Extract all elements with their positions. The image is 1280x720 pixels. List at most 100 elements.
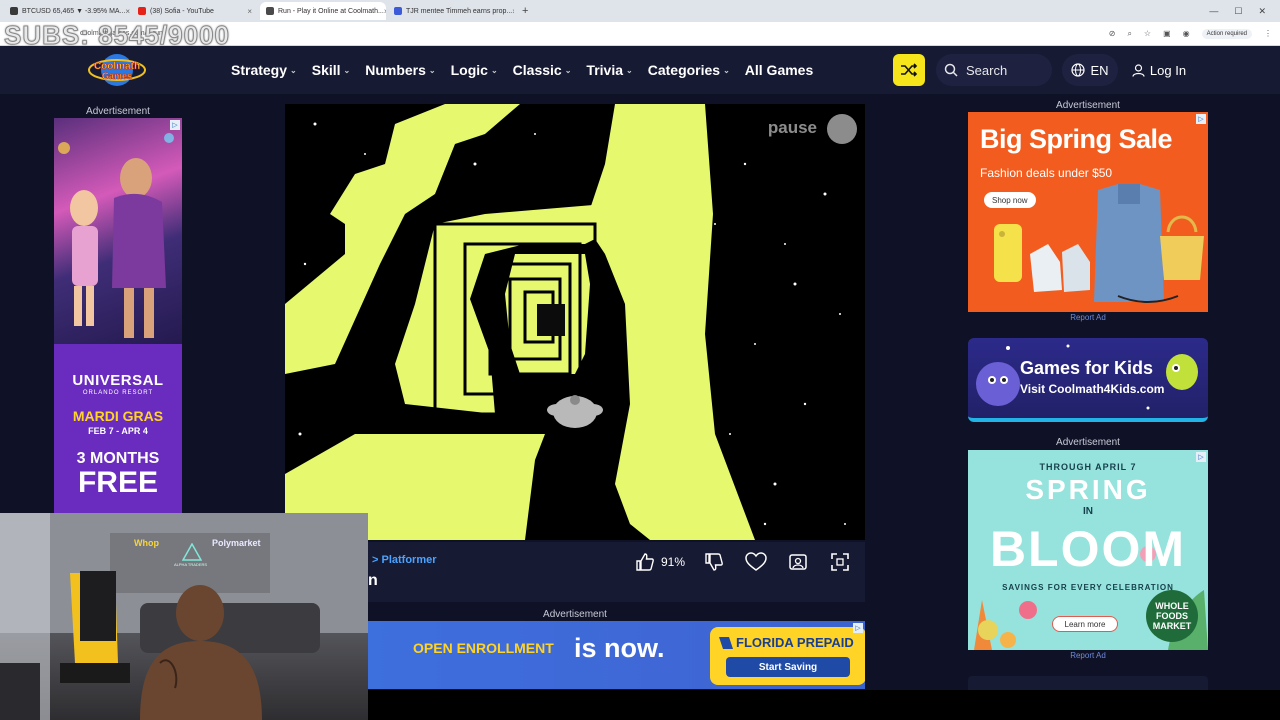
adchoices-icon[interactable]: ▷ (1196, 114, 1206, 124)
learn-more-button[interactable]: Learn more (1052, 616, 1118, 632)
zoom-icon[interactable]: ⌕ (1127, 29, 1131, 39)
chevron-down-icon: ⌄ (626, 65, 633, 75)
webcam-overlay: Whop Polymarket ALPHA TRADERS (0, 513, 368, 720)
favorite-button[interactable] (743, 550, 769, 574)
tab-favicon-icon (10, 7, 18, 15)
right-ad-whole-foods[interactable]: THROUGH APRIL 7 SPRING IN BLOOM SAVINGS … (968, 450, 1208, 650)
close-icon[interactable]: × (247, 7, 252, 16)
nav-classic[interactable]: Classic ⌄ (513, 62, 572, 78)
bottom-ad-florida-prepaid[interactable]: OPEN ENROLLMENT is now. FLORIDA PREPAID … (368, 621, 865, 689)
subs-counter-overlay: SUBS: 8545/9000 (3, 20, 231, 51)
random-game-button[interactable] (893, 54, 925, 86)
minimize-icon[interactable]: — (1209, 6, 1218, 17)
dislike-button[interactable] (701, 550, 727, 574)
login-label: Log In (1149, 62, 1187, 78)
nav-numbers[interactable]: Numbers ⌄ (365, 62, 435, 78)
adchoices-icon[interactable]: ▷ (1196, 452, 1206, 462)
game-canvas[interactable]: pause (285, 104, 865, 540)
close-icon[interactable]: × (125, 7, 130, 16)
left-ad-universal[interactable]: ▷ UNIVERSAL ORLANDO RESORT MARDI GRAS FE… (54, 118, 182, 514)
nav-logic[interactable]: Logic ⌄ (451, 62, 498, 78)
whop-logo: Whop (134, 538, 159, 548)
like-percent: 91% (660, 555, 685, 569)
ad-brand: FLORIDA PREPAID (736, 635, 854, 650)
game-info-bar: > Platformer n 91% (368, 542, 865, 602)
eye-off-icon[interactable]: ⊘ (1109, 29, 1116, 38)
menu-icon[interactable]: ⋮ (1264, 29, 1272, 38)
search-button[interactable]: Search (936, 54, 1052, 86)
nav-all-games[interactable]: All Games (745, 62, 813, 78)
bookmark-star-icon[interactable]: ☆ (1144, 29, 1151, 38)
new-tab-button[interactable]: + (516, 5, 534, 17)
tunnel-scene (285, 104, 846, 540)
ad-label-right-top: Advertisement (1056, 100, 1120, 111)
address-bar-icons: ⊘ ⌕ ☆ ▣ ◉ Action required ⋮ (1109, 28, 1280, 39)
browser-tab-tjr[interactable]: TJR mentee Timmeh earns prop... × (388, 2, 514, 20)
nav-strategy[interactable]: Strategy ⌄ (231, 62, 297, 78)
thumbs-down-icon (705, 553, 723, 571)
ad-brand-sub: ORLANDO RESORT (82, 390, 154, 396)
chevron-down-icon: ⌄ (290, 65, 297, 75)
close-window-icon[interactable]: ✕ (1258, 6, 1266, 17)
nav-label: Logic (450, 62, 488, 78)
report-ad-link-bottom[interactable]: Report Ad (968, 651, 1208, 660)
tab-favicon-icon (394, 7, 402, 15)
report-ad-link-top[interactable]: Report Ad (968, 313, 1208, 322)
screen: BTCUSD 65,465 ▼ -3.95% MA... × (38) Sofi… (0, 0, 1280, 720)
profile-icon[interactable]: ◉ (1183, 29, 1190, 38)
tunnel-walls (285, 104, 755, 540)
ad-event: MARDI GRAS (72, 408, 164, 424)
screenshot-button[interactable] (785, 550, 811, 574)
category-breadcrumb[interactable]: > Platformer (372, 554, 437, 566)
pause-label[interactable]: pause (768, 118, 817, 138)
search-icon (944, 63, 958, 77)
site-header: Coolmath Games Strategy ⌄ Skill ⌄ Numbers ⌄… (0, 46, 1280, 94)
shuffle-icon (901, 63, 918, 77)
ad-enroll-text: OPEN ENROLLMENT (413, 640, 554, 656)
action-required-button[interactable]: Action required (1201, 28, 1252, 39)
nav-label: Trivia (586, 62, 624, 78)
browser-tab-youtube[interactable]: (38) Sofia - YouTube × (132, 2, 258, 20)
right-ad-spring-sale[interactable]: Big Spring Sale Fashion deals under $50 … (968, 112, 1208, 312)
bottom-black-bar (368, 690, 1280, 720)
ad-dates: FEB 7 - APR 4 (88, 426, 148, 436)
start-saving-button[interactable]: Start Saving (726, 657, 850, 677)
kids-ad-mascots (976, 344, 1198, 410)
fullscreen-button[interactable] (827, 550, 853, 574)
nav-label: Numbers (365, 62, 426, 78)
nav-categories[interactable]: Categories ⌄ (648, 62, 730, 78)
ad-photo: ▷ (54, 118, 182, 344)
chevron-down-icon: ⌄ (490, 65, 498, 75)
close-icon[interactable]: × (512, 7, 514, 16)
nav-skill[interactable]: Skill ⌄ (312, 62, 351, 78)
pause-button[interactable] (827, 114, 857, 144)
globe-icon (1071, 63, 1086, 77)
language-selector[interactable]: EN (1062, 54, 1118, 86)
ad-bloom: BLOOM (989, 521, 1187, 577)
user-icon (1132, 63, 1145, 77)
close-icon[interactable]: × (384, 7, 386, 16)
alpha-triangle-icon (182, 543, 202, 561)
game-actions: 91% (635, 550, 853, 574)
maximize-icon[interactable]: ☐ (1234, 6, 1242, 17)
coolmath-logo[interactable]: Coolmath Games (88, 52, 146, 88)
right-ad-games-for-kids[interactable]: Games for Kids Visit Coolmath4Kids.com (968, 338, 1208, 422)
login-button[interactable]: Log In (1124, 54, 1194, 86)
fullscreen-icon (831, 553, 849, 571)
tab-label: BTCUSD 65,465 ▼ -3.95% MA... (22, 7, 126, 15)
chevron-down-icon: ⌄ (723, 65, 730, 75)
nav-label: Categories (647, 62, 721, 78)
like-button[interactable]: 91% (635, 552, 685, 572)
youtube-icon (138, 7, 146, 15)
nav-label: Classic (512, 62, 562, 78)
window-controls: — ☐ ✕ (1209, 6, 1280, 17)
adchoices-icon[interactable]: ▷ (170, 120, 180, 130)
alpha-logo-caption: ALPHA TRADERS (174, 562, 208, 567)
game-title: n (368, 572, 378, 589)
ad-through: THROUGH APRIL 7 (1039, 462, 1137, 472)
extensions-icon[interactable]: ▣ (1163, 29, 1171, 38)
nav-trivia[interactable]: Trivia ⌄ (586, 62, 632, 78)
adchoices-icon[interactable]: ▷ (853, 623, 863, 633)
browser-tab-coolmath[interactable]: Run - Play it Online at Coolmath... × (260, 2, 386, 20)
browser-tab-btcusd[interactable]: BTCUSD 65,465 ▼ -3.95% MA... × (4, 2, 130, 20)
